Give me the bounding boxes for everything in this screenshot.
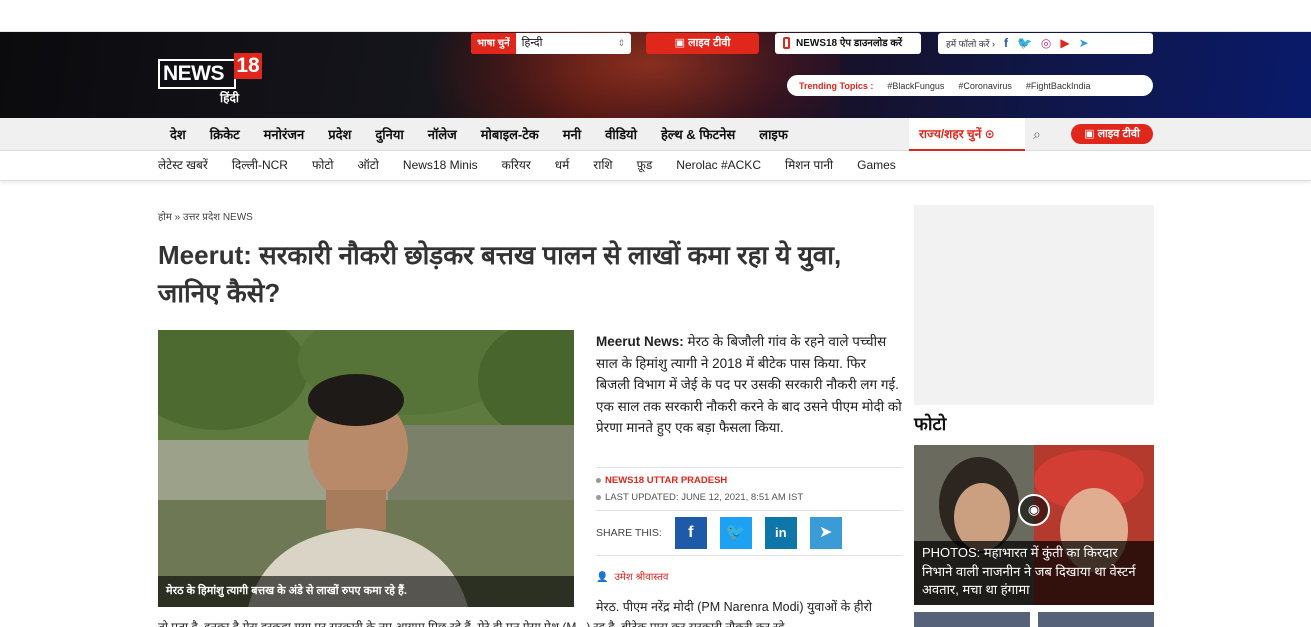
search-icon[interactable]: ⌕ xyxy=(1033,126,1050,143)
language-value: हिन्दी xyxy=(521,37,543,49)
last-updated: LAST UPDATED: JUNE 12, 2021, 8:51 AM IST xyxy=(605,492,804,503)
live-tv-button[interactable]: ▣ लाइव टीवी xyxy=(646,33,759,54)
gallery-thumbnail[interactable] xyxy=(1038,612,1154,627)
updown-arrow-icon: ⇕ xyxy=(617,38,625,48)
article-title: Meerut: सरकारी नौकरी छोड़कर बत्तख पालन स… xyxy=(158,240,842,308)
article-body: मेरठ. पीएम नरेंद्र मोदी (PM Narenra Modi… xyxy=(596,600,872,614)
trending-topic[interactable]: #Coronavirus xyxy=(958,81,1012,91)
nav-item[interactable]: मनोरंजन xyxy=(264,118,305,151)
share-telegram-icon[interactable]: ➤ xyxy=(809,517,842,549)
lede-dateline: Meerut News: xyxy=(596,334,684,349)
person-icon: 👤 xyxy=(596,572,609,583)
app-download-button[interactable]: NEWS18 ऐप डाउनलोड करें xyxy=(775,33,921,54)
tv-icon: ▣ xyxy=(1084,128,1098,140)
subnav-item[interactable]: लेटेस्ट खबरें xyxy=(158,151,208,179)
nav-item[interactable]: हेल्थ & फिटनेस xyxy=(661,118,735,151)
instagram-icon[interactable]: ◎ xyxy=(1041,33,1051,54)
author-name[interactable]: उमेश श्रीवास्तव xyxy=(614,572,668,583)
camera-icon: ◉ xyxy=(1018,494,1050,526)
article-photo[interactable]: मेरठ के हिमांशु त्यागी बत्तख के अंडे से … xyxy=(158,330,574,607)
language-label: भाषा चुनें xyxy=(471,33,516,54)
article-body-continued: तो पता है. इनका है मेरा हरकहा गया पर सरक… xyxy=(158,620,785,627)
subnav-item[interactable]: Games xyxy=(857,151,896,179)
top-strip xyxy=(0,0,1311,32)
trending-topic[interactable]: #FightBackIndia xyxy=(1026,81,1091,91)
language-selector[interactable]: भाषा चुनें हिन्दी ⇕ xyxy=(471,33,631,54)
logo-number: 18 xyxy=(234,53,262,79)
subnav-item[interactable]: Nerolac #ACKC xyxy=(676,151,761,179)
ad-placeholder xyxy=(914,205,1154,405)
trending-label: Trending Topics : xyxy=(799,80,874,91)
trending-topic[interactable]: #BlackFungus xyxy=(887,81,944,91)
facebook-icon[interactable]: f xyxy=(1004,33,1008,54)
bullet-icon xyxy=(596,477,601,483)
subnav-item[interactable]: राशि xyxy=(593,151,612,179)
telegram-icon[interactable]: ➤ xyxy=(1079,33,1089,54)
article-source[interactable]: NEWS18 UTTAR PRADESH xyxy=(605,475,727,486)
live-tv-nav-button[interactable]: ▣ लाइव टीवी xyxy=(1071,124,1153,144)
phone-icon xyxy=(783,37,790,50)
subnav-item[interactable]: करियर xyxy=(502,151,531,179)
share-bar: SHARE THIS: f 🐦 in ➤ xyxy=(596,510,903,556)
app-download-label: NEWS18 ऐप डाउनलोड करें xyxy=(796,38,903,49)
subnav-item[interactable]: फोटो xyxy=(312,151,334,179)
trending-topics: Trending Topics : #BlackFungus #Coronavi… xyxy=(787,75,1153,96)
share-twitter-icon[interactable]: 🐦 xyxy=(719,517,752,549)
gallery-thumbnails xyxy=(914,612,1154,627)
subnav-item[interactable]: मिशन पानी xyxy=(785,151,833,179)
article-lede: Meerut News: मेरठ के बिजौली गांव के रहने… xyxy=(596,331,903,439)
nav-item[interactable]: मोबाइल-टेक xyxy=(481,118,539,151)
subnav-item[interactable]: ऑटो xyxy=(357,151,378,179)
photo-caption: मेरठ के हिमांशु त्यागी बत्तख के अंडे से … xyxy=(158,576,574,607)
nav-item[interactable]: देश xyxy=(170,118,186,151)
follow-label: हमें फॉलो करें › xyxy=(946,39,995,49)
tv-icon: ▣ xyxy=(674,37,689,49)
share-label: SHARE THIS: xyxy=(596,527,662,539)
breadcrumb[interactable]: होम » उत्तर प्रदेश NEWS xyxy=(158,209,253,223)
twitter-icon[interactable]: 🐦 xyxy=(1017,33,1032,54)
nav-item[interactable]: क्रिकेट xyxy=(210,118,240,151)
subnav-item[interactable]: News18 Minis xyxy=(403,151,478,179)
subnav-item[interactable]: दिल्ली-NCR xyxy=(232,151,288,179)
share-facebook-icon[interactable]: f xyxy=(674,517,707,549)
nav-item[interactable]: लाइफ xyxy=(759,118,788,151)
photos-heading[interactable]: फोटो xyxy=(914,412,946,436)
youtube-icon[interactable]: ▶ xyxy=(1060,33,1069,54)
social-follow-bar: हमें फॉलो करें › f 🐦 ◎ ▶ ➤ xyxy=(938,33,1153,54)
state-city-select[interactable]: राज्य/शहर चुनें ⊙ xyxy=(909,118,1025,151)
gallery-thumbnail[interactable] xyxy=(914,612,1030,627)
share-linkedin-icon[interactable]: in xyxy=(764,517,797,549)
nav-item[interactable]: प्रदेश xyxy=(328,118,351,151)
live-tv-label: लाइव टीवी xyxy=(688,37,731,49)
news18-logo[interactable]: NEWS 18 हिंदी xyxy=(158,51,262,105)
logo-subtitle: हिंदी xyxy=(220,91,239,105)
nav-item[interactable]: मनी xyxy=(563,118,581,151)
gallery-caption: PHOTOS: महाभारत में कुंती का किरदार निभा… xyxy=(914,541,1154,605)
nav-item[interactable]: नॉलेज xyxy=(428,118,457,151)
subnav-item[interactable]: फ़ूड xyxy=(637,151,653,179)
logo-text: NEWS xyxy=(158,59,236,89)
lede-text: मेरठ के बिजौली गांव के रहने वाले पच्चीस … xyxy=(596,334,902,435)
secondary-nav: लेटेस्ट खबरें दिल्ली-NCR फोटो ऑटो News18… xyxy=(0,151,1311,181)
location-pin-icon: ⊙ xyxy=(984,127,995,141)
subnav-item[interactable]: धर्म xyxy=(555,151,570,179)
nav-item[interactable]: दुनिया xyxy=(375,118,403,151)
article-meta: NEWS18 UTTAR PRADESH LAST UPDATED: JUNE … xyxy=(596,467,903,509)
nav-item[interactable]: वीडियो xyxy=(605,118,637,151)
language-select[interactable]: हिन्दी ⇕ xyxy=(516,33,631,54)
photo-illustration xyxy=(158,330,574,607)
author[interactable]: 👤 उमेश श्रीवास्तव xyxy=(596,569,668,583)
bullet-icon xyxy=(596,494,601,500)
